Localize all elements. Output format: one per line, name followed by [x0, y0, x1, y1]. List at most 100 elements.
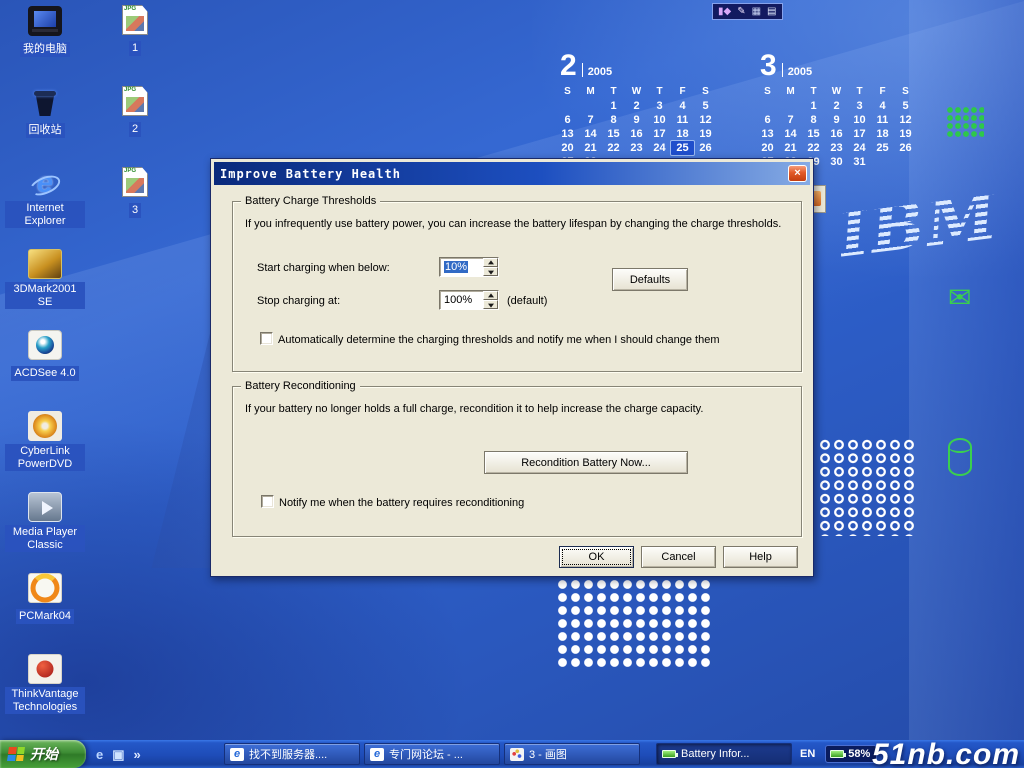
calendar-day: 13	[756, 127, 779, 141]
calendar-day-empty	[579, 99, 602, 113]
calendar-day: 21	[579, 141, 602, 155]
taskbar-button[interactable]: 找不到服务器....	[224, 743, 360, 765]
calendar-day: 31	[848, 155, 871, 169]
calendar-day: 17	[648, 127, 671, 141]
pen-icon[interactable]: ✎	[737, 7, 745, 17]
battery-icon	[662, 750, 676, 758]
file-icon-2[interactable]: 2	[92, 83, 178, 164]
dot-pattern-rings	[818, 438, 914, 536]
calendar-day-empty	[779, 99, 802, 113]
calendar-day-header: F	[671, 85, 694, 99]
grid-icon[interactable]: ▦	[752, 7, 761, 17]
internet-explorer-quick-icon[interactable]: e	[96, 748, 103, 761]
chevron-icon[interactable]: »	[134, 748, 141, 761]
start-button[interactable]: 开始	[0, 740, 86, 768]
signal-icon[interactable]: ▮◆	[718, 7, 731, 17]
mpc-icon	[28, 492, 62, 522]
calendar-day: 9	[825, 113, 848, 127]
auto-determine-checkbox[interactable]	[260, 332, 273, 345]
file-icon-column: 123	[92, 2, 178, 245]
calendar-day: 21	[779, 141, 802, 155]
calendar-day-header: T	[648, 85, 671, 99]
calendar-day: 20	[556, 141, 579, 155]
desktop-icon-thinkvantage[interactable]: ThinkVantage Technologies	[2, 652, 88, 733]
spin-up-button[interactable]	[483, 291, 498, 300]
desktop-icon-label: Media Player Classic	[5, 525, 85, 552]
battery-tray[interactable]: 58%	[825, 745, 877, 763]
calendar-day: 25	[671, 141, 694, 155]
start-threshold-field[interactable]: 10%	[440, 258, 483, 276]
start-threshold-spinner[interactable]: 10%	[439, 257, 499, 277]
acdsee-icon	[28, 330, 62, 360]
desktop-icon-my-computer[interactable]: 我的电脑	[2, 4, 88, 85]
windows-flag-icon	[7, 747, 25, 761]
calendar-day: 22	[802, 141, 825, 155]
spin-up-button[interactable]	[483, 258, 498, 267]
taskbar-button-label: 找不到服务器....	[249, 746, 327, 762]
recondition-battery-button[interactable]: Recondition Battery Now...	[484, 451, 688, 474]
calendar-month-number: 2	[560, 52, 577, 79]
pcmark-icon	[28, 573, 62, 603]
taskbar-button[interactable]: Battery Infor...	[656, 743, 792, 765]
calendar-header: 3 2005	[756, 52, 926, 79]
help-button[interactable]: Help	[723, 546, 798, 568]
cancel-button[interactable]: Cancel	[641, 546, 716, 568]
spin-down-button[interactable]	[483, 267, 498, 276]
start-threshold-value: 10%	[444, 261, 468, 273]
calendar-day: 8	[802, 113, 825, 127]
desktop-icon-3dmark[interactable]: 3DMark2001 SE	[2, 247, 88, 328]
calendar-day: 10	[648, 113, 671, 127]
recondition-description: If your battery no longer holds a full c…	[245, 403, 791, 417]
defaults-button[interactable]: Defaults	[612, 268, 688, 291]
calendar-day-header: S	[756, 85, 779, 99]
language-indicator[interactable]: EN	[800, 748, 815, 760]
jpg-file-icon	[122, 86, 148, 116]
desktop-icon-recycle-bin[interactable]: 回收站	[2, 85, 88, 166]
desktop-icon-mpc[interactable]: Media Player Classic	[2, 490, 88, 571]
calendar-day: 24	[648, 141, 671, 155]
calendar-day: 5	[894, 99, 917, 113]
calendar-day-header: T	[848, 85, 871, 99]
start-charging-label: Start charging when below:	[257, 262, 390, 274]
battery-reconditioning-group: Battery Reconditioning If your battery n…	[232, 386, 802, 537]
calendar-year: 2005	[588, 66, 612, 78]
calendar-header: 2 2005	[556, 52, 726, 79]
spin-down-button[interactable]	[483, 300, 498, 309]
doc-icon[interactable]: ▤	[767, 7, 776, 17]
taskbar-button[interactable]: 专门网论坛 - ...	[364, 743, 500, 765]
recycle-bin-icon	[28, 87, 62, 117]
calendar-day: 7	[779, 113, 802, 127]
taskbar: 开始 e ▣ » 找不到服务器.... 专门网论坛 - ...3 - 画图 Batter…	[0, 740, 1024, 768]
notify-recondition-checkbox[interactable]	[261, 495, 274, 508]
calendar-day: 5	[694, 99, 717, 113]
paint-icon	[510, 748, 524, 761]
battery-icon	[830, 750, 844, 758]
calendar-day-header: F	[871, 85, 894, 99]
calendar-day: 3	[648, 99, 671, 113]
stop-threshold-spinner[interactable]: 100%	[439, 290, 499, 310]
powerdvd-icon	[28, 411, 62, 441]
stop-threshold-field[interactable]: 100%	[440, 291, 483, 309]
desktop-icon-pcmark[interactable]: PCMark04	[2, 571, 88, 652]
default-suffix-label: (default)	[507, 295, 547, 307]
calendar-grid: SMTWTFS123456789101112131415161718192021…	[556, 85, 726, 169]
show-desktop-icon[interactable]: ▣	[112, 748, 124, 761]
calendar-day: 30	[825, 155, 848, 169]
calendar-day: 26	[694, 141, 717, 155]
file-icon-1[interactable]: 1	[92, 2, 178, 83]
group-title: Battery Charge Thresholds	[241, 195, 380, 207]
calendar-day: 4	[871, 99, 894, 113]
file-icon-3[interactable]: 3	[92, 164, 178, 245]
dialog-titlebar[interactable]: Improve Battery Health ×	[214, 162, 810, 185]
calendar-day: 8	[602, 113, 625, 127]
desktop-icon-powerdvd[interactable]: CyberLink PowerDVD	[2, 409, 88, 490]
desktop-icon-internet-explorer[interactable]: Internet Explorer	[2, 166, 88, 247]
desktop-icon-label: 3DMark2001 SE	[5, 282, 85, 309]
desktop-icon-acdsee[interactable]: ACDSee 4.0	[2, 328, 88, 409]
close-button[interactable]: ×	[788, 165, 807, 182]
calendar-day-header: W	[625, 85, 648, 99]
calendar-day: 6	[756, 113, 779, 127]
taskbar-button[interactable]: 3 - 画图	[504, 743, 640, 765]
calendar-day-header: M	[779, 85, 802, 99]
ok-button[interactable]: OK	[559, 546, 634, 568]
